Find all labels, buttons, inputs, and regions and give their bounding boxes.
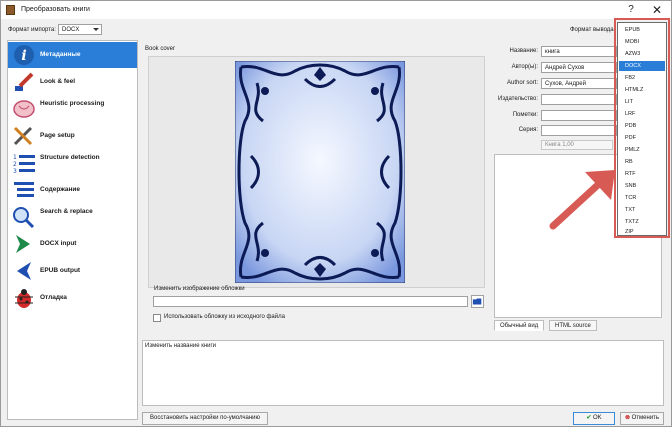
title-input[interactable]: книга	[541, 46, 617, 57]
output-format-option[interactable]: TXTZ	[619, 217, 665, 227]
authors-input[interactable]: Андрей Сухов	[541, 62, 617, 73]
output-format-label: Формат вывода:	[570, 27, 616, 33]
publisher-input[interactable]	[541, 94, 617, 105]
cancel-button[interactable]: ⊗ Отменить	[620, 412, 664, 425]
output-format-option[interactable]: TXT	[619, 205, 665, 215]
output-format-option[interactable]: AZW3	[619, 49, 665, 59]
input-format-label: Формат импорта:	[8, 27, 56, 33]
sidebar-item-page-setup[interactable]: Page setup	[8, 123, 137, 149]
chevron-down-icon	[93, 28, 99, 31]
info-icon: i	[14, 45, 34, 65]
series-label: Серия:	[518, 127, 538, 133]
chevron-left-icon	[17, 262, 31, 280]
svg-text:2: 2	[13, 161, 17, 168]
tools-icon	[13, 126, 33, 146]
author-sort-label: Author sort:	[506, 80, 538, 86]
bug-icon	[15, 289, 33, 308]
output-format-option[interactable]: ZIP	[619, 227, 665, 237]
output-format-dropdown[interactable]: EPUB MOBI AZW3 DOCX FB2 HTMLZ LIT LRF PD…	[617, 22, 667, 236]
sidebar: i Метаданные Look & feel Heuristic proce…	[7, 40, 138, 420]
tab-normal-view[interactable]: Обычный вид	[494, 320, 545, 331]
output-format-option[interactable]: PMLZ	[619, 145, 665, 155]
svg-text:1: 1	[13, 154, 17, 161]
ok-label: OK	[593, 415, 602, 421]
output-format-option[interactable]: EPUB	[619, 25, 665, 35]
toc-icon	[14, 182, 34, 197]
sidebar-item-metadata[interactable]: i Метаданные	[8, 42, 137, 68]
output-format-option[interactable]: PDF	[619, 133, 665, 143]
checkmark-icon: ✔	[586, 415, 592, 421]
app-book-icon	[6, 5, 15, 15]
title-bar: Преобразовать книги ? ✕	[1, 1, 671, 19]
chevron-right-icon	[16, 235, 30, 253]
sidebar-item-label: Page setup	[40, 132, 75, 139]
sidebar-item-label: Метаданные	[40, 51, 81, 58]
output-format-option[interactable]: RB	[619, 157, 665, 167]
sidebar-item-label: Heuristic processing	[40, 100, 105, 107]
publisher-label: Издательство:	[498, 96, 538, 102]
sidebar-item-docx-input[interactable]: DOCX input	[8, 231, 137, 257]
title-label: Название:	[509, 48, 538, 54]
tab-html-source[interactable]: HTML source	[549, 320, 597, 331]
magnifier-icon	[13, 207, 35, 228]
output-format-option-selected[interactable]: DOCX	[619, 61, 665, 71]
sidebar-item-label: DOCX input	[40, 240, 77, 247]
brain-icon	[13, 100, 35, 118]
output-format-option[interactable]: MOBI	[619, 37, 665, 47]
output-format-option[interactable]: SNB	[619, 181, 665, 191]
input-format-value: DOCX	[62, 27, 80, 33]
close-button[interactable]: ✕	[647, 2, 667, 18]
window-title: Преобразовать книги	[21, 6, 90, 13]
annotation-arrow-icon	[549, 170, 615, 230]
svg-text:i: i	[21, 48, 26, 64]
cancel-icon: ⊗	[624, 415, 630, 421]
sidebar-item-structure[interactable]: 123 Structure detection	[8, 150, 137, 176]
paintbrush-icon	[15, 72, 34, 91]
list-numbered-icon: 123	[13, 154, 35, 174]
use-source-cover-label: Использовать обложку из исходного файла	[164, 314, 285, 320]
sidebar-item-toc[interactable]: Содержание	[8, 177, 137, 203]
series-index-spinner[interactable]: Книга 1,00	[541, 140, 613, 150]
output-format-option[interactable]: LRF	[619, 109, 665, 119]
sidebar-item-label: Look & feel	[40, 78, 76, 85]
change-cover-label: Изменить изображение обложки	[154, 286, 245, 292]
output-format-option[interactable]: TCR	[619, 193, 665, 203]
sidebar-item-search-replace[interactable]: Search & replace	[8, 204, 137, 230]
sidebar-item-label: Structure detection	[40, 154, 100, 161]
authors-label: Автор(ы):	[511, 64, 538, 70]
output-format-option[interactable]: PDB	[619, 121, 665, 131]
output-format-option[interactable]: FB2	[619, 73, 665, 83]
author-sort-input[interactable]: Сухов, Андрей	[541, 78, 617, 89]
sidebar-item-label: EPUB output	[40, 267, 81, 274]
ok-button[interactable]: ✔ OK	[573, 412, 615, 425]
description-text: Изменить название книги	[145, 343, 217, 349]
description-area	[142, 340, 664, 406]
sidebar-item-label: Содержание	[40, 186, 81, 193]
sidebar-item-debug[interactable]: Отладка	[8, 285, 137, 311]
sidebar-item-label: Search & replace	[40, 208, 93, 215]
output-format-option[interactable]: RTF	[619, 169, 665, 179]
cancel-label: Отменить	[631, 415, 660, 421]
svg-text:3: 3	[13, 168, 17, 174]
sidebar-item-heuristic[interactable]: Heuristic processing	[8, 96, 137, 122]
use-source-cover-checkbox[interactable]	[153, 314, 161, 322]
cover-image	[235, 61, 405, 283]
output-format-option[interactable]: LIT	[619, 97, 665, 107]
sidebar-item-label: Отладка	[40, 294, 67, 301]
restore-defaults-button[interactable]: Восстановить настройки по-умолчанию	[142, 412, 268, 425]
output-format-option[interactable]: HTMLZ	[619, 85, 665, 95]
sidebar-item-epub-output[interactable]: EPUB output	[8, 258, 137, 284]
input-format-select[interactable]: DOCX	[58, 24, 102, 35]
help-button[interactable]: ?	[621, 2, 641, 18]
series-input[interactable]	[541, 125, 617, 136]
tags-label: Пометки:	[512, 112, 538, 118]
browse-button[interactable]	[471, 295, 484, 308]
folder-icon	[472, 298, 482, 305]
cover-path-input[interactable]	[153, 296, 468, 307]
sidebar-item-look-feel[interactable]: Look & feel	[8, 69, 137, 95]
book-cover-label: Book cover	[145, 46, 176, 52]
tags-input[interactable]	[541, 110, 617, 121]
